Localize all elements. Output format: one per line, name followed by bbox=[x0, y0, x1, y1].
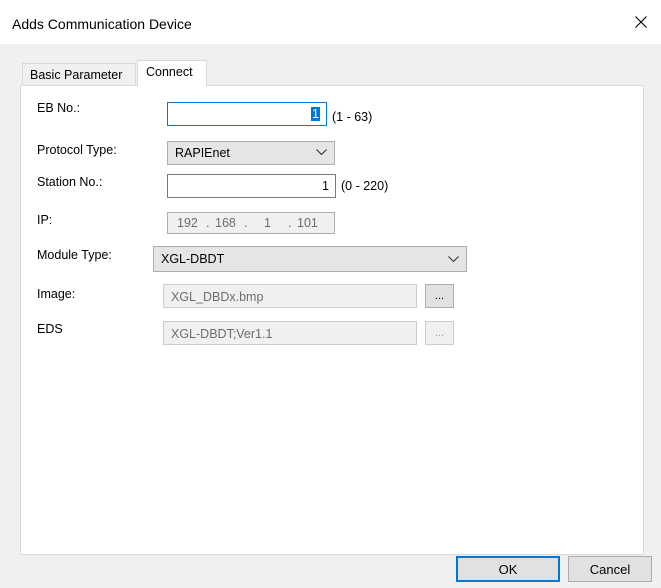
eds-browse-button[interactable]: ... bbox=[425, 321, 454, 345]
protocol-type-label: Protocol Type: bbox=[37, 143, 117, 157]
chevron-down-icon bbox=[448, 256, 459, 263]
close-button[interactable] bbox=[621, 0, 661, 44]
tab-connect[interactable]: Connect bbox=[137, 60, 207, 86]
ip-octet-3: 1 bbox=[264, 216, 271, 230]
eb-no-range-hint: (1 - 63) bbox=[332, 110, 373, 124]
image-path-value: XGL_DBDx.bmp bbox=[171, 290, 264, 304]
eb-no-value: 1 bbox=[311, 107, 320, 121]
eb-no-label: EB No.: bbox=[37, 101, 81, 115]
chevron-down-icon bbox=[316, 149, 327, 156]
eds-label: EDS bbox=[37, 322, 63, 336]
image-path-field: XGL_DBDx.bmp bbox=[163, 284, 417, 308]
cancel-button[interactable]: Cancel bbox=[568, 556, 652, 582]
window-title: Adds Communication Device bbox=[12, 16, 192, 32]
ip-dot-2: . bbox=[244, 216, 248, 230]
image-label: Image: bbox=[37, 287, 76, 301]
module-type-label: Module Type: bbox=[37, 248, 112, 262]
module-type-value: XGL-DBDT bbox=[161, 252, 225, 266]
ip-octet-1: 192 bbox=[177, 216, 198, 230]
title-bar: Adds Communication Device bbox=[0, 0, 661, 44]
ok-button[interactable]: OK bbox=[456, 556, 560, 582]
ip-dot-3: . bbox=[288, 216, 292, 230]
ip-dot-1: . bbox=[206, 216, 210, 230]
eds-path-value: XGL-DBDT;Ver1.1 bbox=[171, 327, 273, 341]
module-type-select[interactable]: XGL-DBDT bbox=[153, 246, 467, 272]
station-no-value: 1 bbox=[322, 179, 329, 193]
tab-basic-parameter[interactable]: Basic Parameter bbox=[22, 63, 136, 85]
ip-label: IP: bbox=[37, 213, 53, 227]
ip-address-field[interactable]: 192 . 168 . 1 . 101 bbox=[167, 212, 335, 234]
protocol-type-select[interactable]: RAPIEnet bbox=[167, 141, 335, 165]
dialog-window: Adds Communication Device Basic Paramete… bbox=[0, 0, 661, 588]
ip-octet-2: 168 bbox=[215, 216, 236, 230]
station-no-range-hint: (0 - 220) bbox=[341, 179, 389, 193]
image-browse-button[interactable]: ... bbox=[425, 284, 454, 308]
eds-path-field: XGL-DBDT;Ver1.1 bbox=[163, 321, 417, 345]
eb-no-input[interactable]: 1 bbox=[167, 102, 327, 126]
protocol-type-value: RAPIEnet bbox=[175, 146, 230, 160]
ip-octet-4: 101 bbox=[297, 216, 318, 230]
close-icon bbox=[635, 16, 647, 28]
station-no-input[interactable]: 1 bbox=[167, 174, 336, 198]
station-no-label: Station No.: bbox=[37, 175, 103, 189]
